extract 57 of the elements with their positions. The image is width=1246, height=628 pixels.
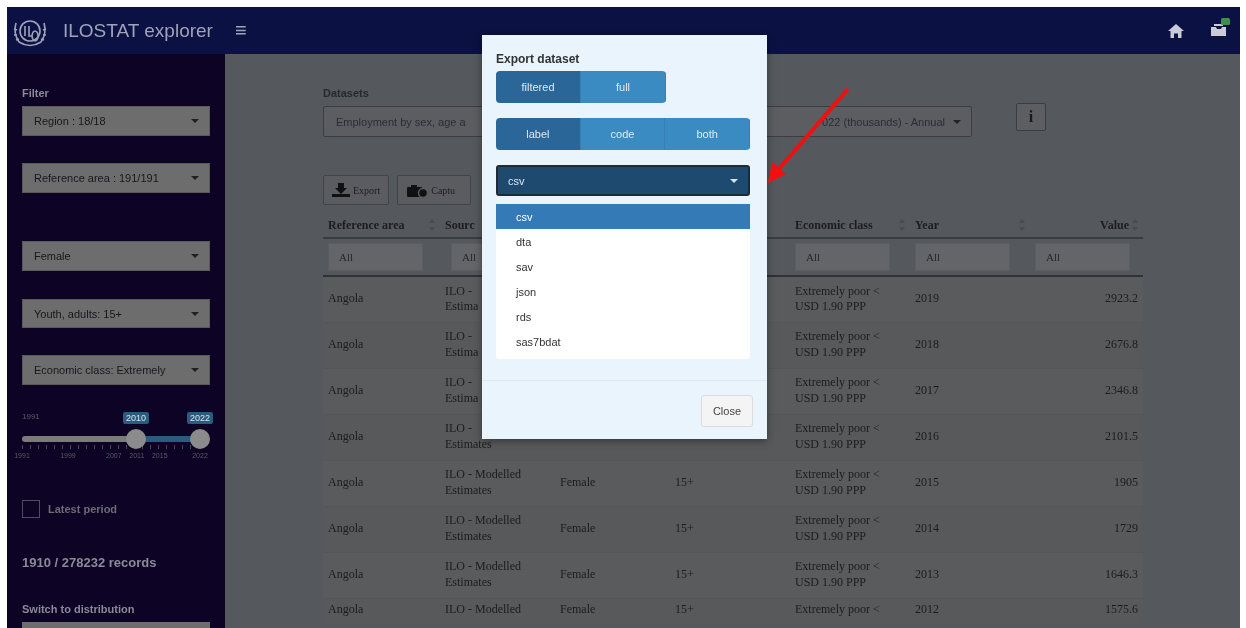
- table-cell: 2019: [915, 291, 939, 306]
- table-cell: 2346.8: [1105, 383, 1138, 398]
- table-cell: 1729: [1114, 521, 1138, 536]
- table-cell: 1905: [1114, 475, 1138, 490]
- table-cell: Angola: [328, 429, 364, 444]
- table-cell: Extremely poor < USD 1.90 PPP: [795, 559, 880, 589]
- table-cell: 2676.8: [1105, 337, 1138, 352]
- table-cell: 2101.5: [1105, 429, 1138, 444]
- table-cell: Extremely poor < USD 1.90 PPP: [795, 375, 880, 405]
- table-cell: Extremely poor <: [795, 601, 880, 616]
- table-cell: Extremely poor < USD 1.90 PPP: [795, 513, 880, 543]
- switch-label: Switch to distribution: [22, 603, 136, 615]
- table-cell: 2015: [915, 475, 939, 490]
- table-cell: 2014: [915, 521, 939, 536]
- table-cell: Angola: [328, 521, 364, 536]
- table-cell: ILO - Modelled: [445, 601, 521, 616]
- table-cell: ILO - Estima: [445, 329, 479, 359]
- checkbox-label: Latest period: [48, 503, 118, 515]
- table-cell: Extremely poor < USD 1.90 PPP: [795, 421, 880, 451]
- table-cell: 15+: [675, 475, 694, 490]
- table-cell: Angola: [328, 567, 364, 582]
- table-cell: Female: [560, 475, 596, 490]
- filter-heading: Filter: [22, 87, 50, 99]
- slider-handle-label: 2022: [187, 412, 213, 425]
- table-cell: 2923.2: [1105, 291, 1138, 306]
- table-cell: Extremely poor < USD 1.90 PPP: [795, 283, 880, 314]
- table-cell: Angola: [328, 475, 364, 490]
- table-cell: 1646.3: [1105, 567, 1138, 582]
- table-cell: 15+: [675, 601, 694, 616]
- table-cell: ILO - Modelled Estimates: [445, 559, 521, 589]
- table-cell: Extremely poor < USD 1.90 PPP: [795, 467, 880, 497]
- table-cell: Female: [560, 567, 596, 582]
- app-title: ILOSTAT explorer: [63, 19, 213, 42]
- table-cell: Angola: [328, 383, 364, 398]
- table-cell: 2013: [915, 567, 939, 582]
- records-count: 1910 / 278232 records: [22, 555, 158, 570]
- table-cell: ILO - Estima: [445, 375, 479, 405]
- table-cell: Angola: [328, 291, 364, 306]
- table-cell: 2016: [915, 429, 939, 444]
- table-cell: ILO - Modelled Estimates: [445, 467, 521, 497]
- table-cell: 2017: [915, 383, 939, 398]
- slider-handle-label: 2010: [122, 412, 149, 425]
- table-cell: Angola: [328, 601, 364, 616]
- table-cell: ILO - Modelled Estimates: [445, 513, 521, 543]
- table-cell: Angola: [328, 337, 364, 352]
- table-cell: ILO - Estima: [445, 283, 479, 314]
- table-cell: 2012: [915, 601, 939, 616]
- table-cell: 1575.6: [1105, 601, 1138, 616]
- table-cell: 2018: [915, 337, 939, 352]
- table-cell: Extremely poor < USD 1.90 PPP: [795, 329, 880, 359]
- modal-title: Export dataset: [496, 52, 581, 66]
- slider-min-label: 1991: [22, 412, 40, 422]
- table-cell: 15+: [675, 521, 694, 536]
- table-cell: Female: [560, 521, 596, 536]
- table-cell: ILO - Estimates: [445, 421, 492, 451]
- table-cell: 15+: [675, 567, 694, 582]
- table-cell: Female: [560, 601, 596, 616]
